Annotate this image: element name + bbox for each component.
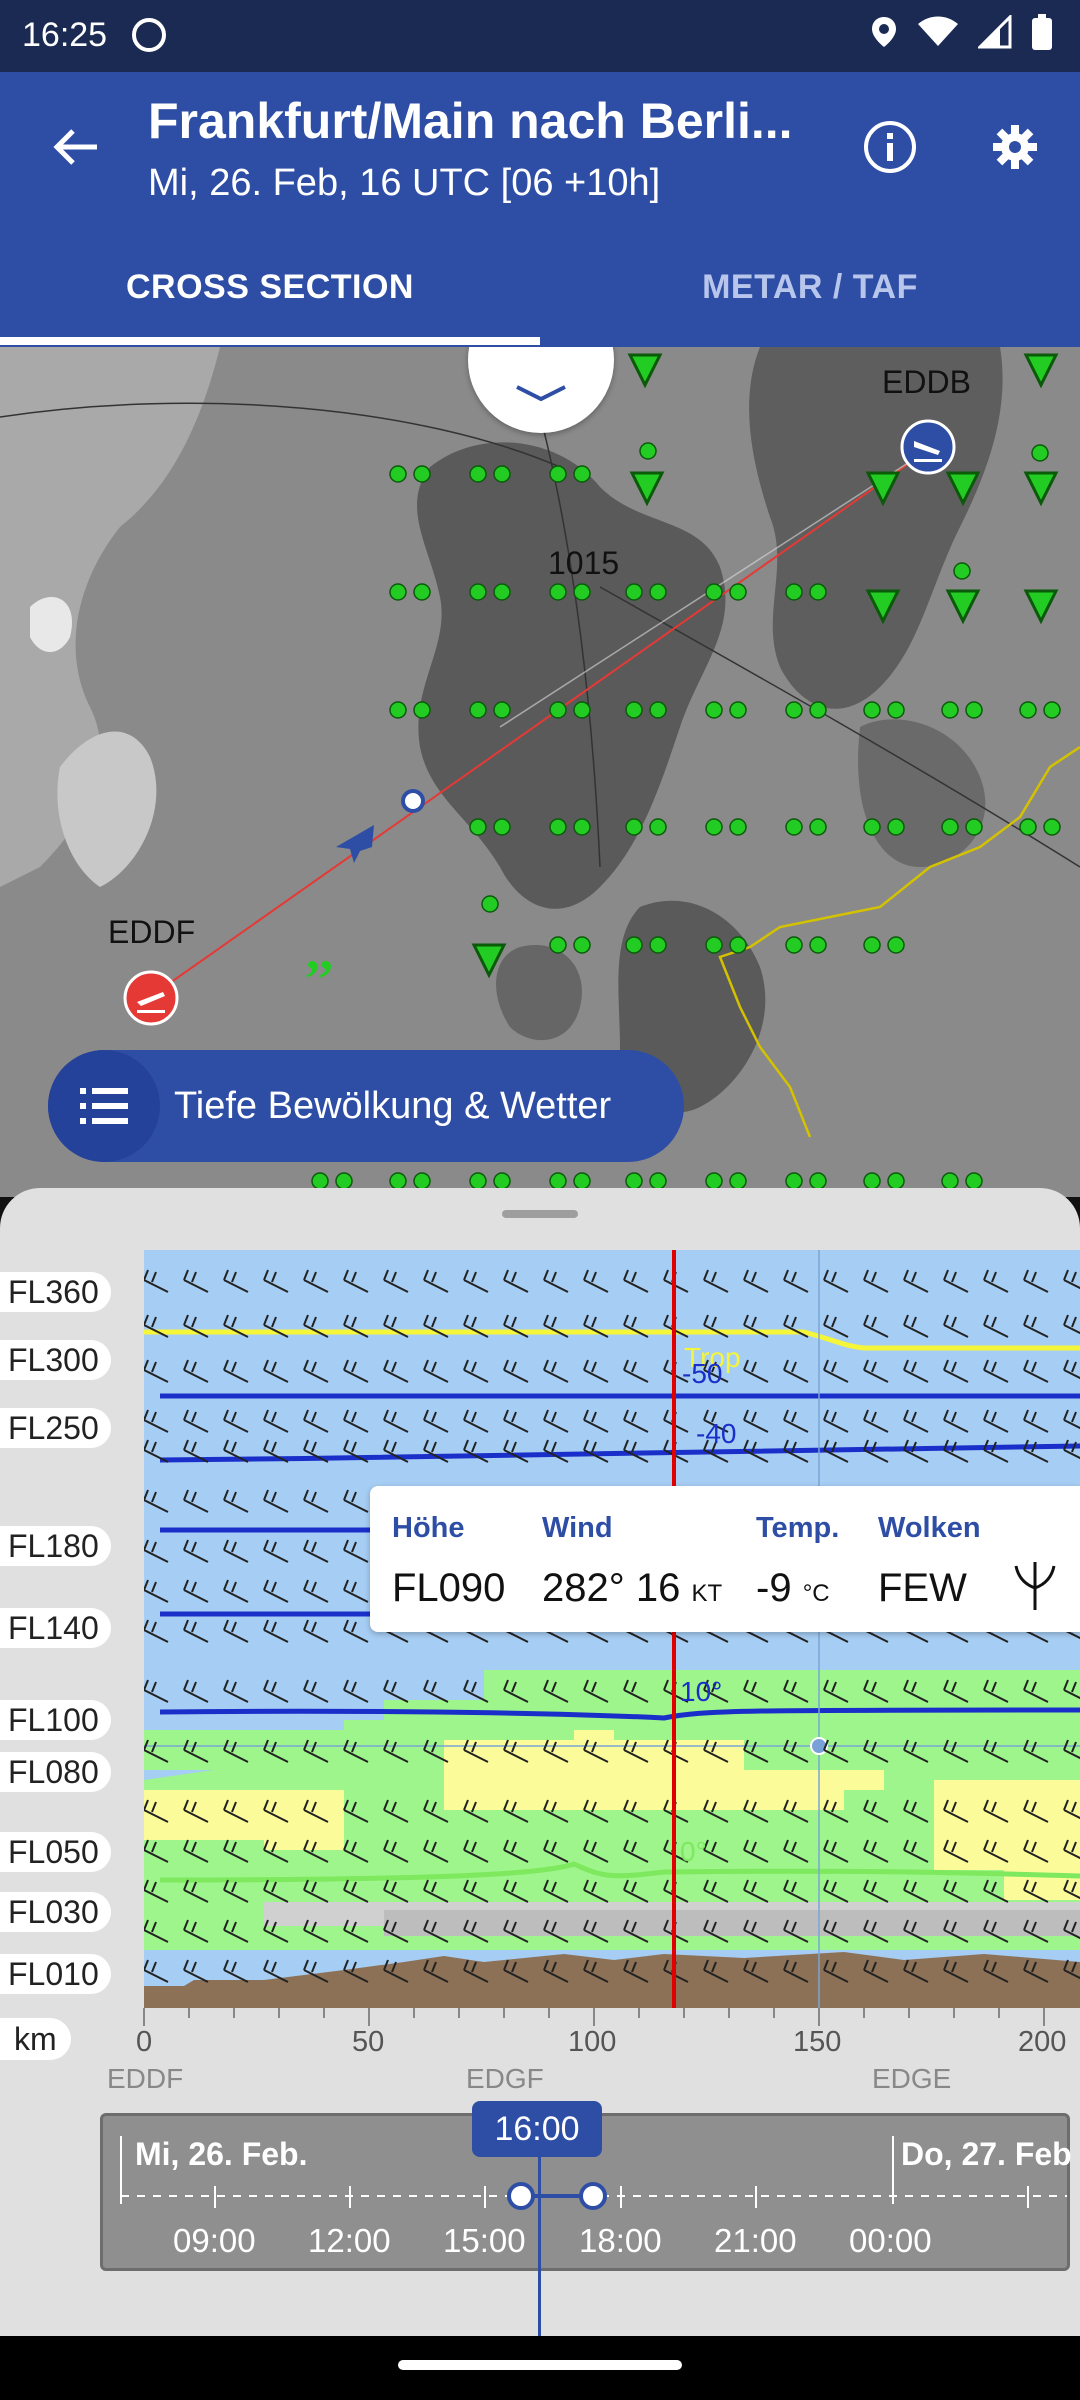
sheet-drag-handle[interactable] <box>502 1210 578 1218</box>
timeline-hour-label: 15:00 <box>443 2222 526 2259</box>
isotherm-label-minus40: -40 <box>696 1418 737 1449</box>
timeline-hour-label: 09:00 <box>173 2222 256 2259</box>
tooltip-height-header: Höhe <box>392 1512 465 1544</box>
tab-indicator <box>0 337 540 345</box>
status-icons <box>870 14 1052 50</box>
arrival-airport-icon[interactable] <box>900 419 956 475</box>
page-title: Frankfurt/Main nach Berli... <box>148 93 793 149</box>
fl-label: FL180 <box>0 1526 111 1566</box>
km-station-label: EDDF <box>107 2063 184 2094</box>
tooltip-height-value: FL090 <box>392 1566 506 1610</box>
chevron-down-icon <box>516 385 566 402</box>
km-tick: 0 <box>136 2026 153 2058</box>
tab-metar-taf[interactable]: METAR / TAF <box>540 262 1080 342</box>
point-info-tooltip: Höhe Wind Temp. Wolken FL090 282° 16 KT … <box>370 1486 1080 1632</box>
info-button[interactable] <box>855 112 925 182</box>
km-station-label: EDGE <box>872 2063 952 2094</box>
arrow-left-icon <box>53 129 97 165</box>
departure-airport-icon[interactable] <box>123 970 179 1026</box>
pressure-isobar-label: 1015 <box>548 545 620 581</box>
fl-label: FL250 <box>0 1408 111 1448</box>
cross-section-sheet: Trop -50 -40 10° 0° FL360 FL300 FL250 FL… <box>0 1188 1080 2336</box>
navigation-bar <box>0 2336 1080 2400</box>
fl-label: FL010 <box>0 1954 111 1994</box>
tooltip-clouds-value: FEW <box>878 1566 967 1610</box>
airplane-icon <box>336 825 374 863</box>
list-icon <box>48 1050 160 1162</box>
layer-selector-label: Tiefe Bewölkung & Wetter <box>174 1084 612 1127</box>
location-icon <box>872 17 896 47</box>
svg-text:,,: ,, <box>306 921 333 981</box>
tooltip-wind-header: Wind <box>542 1512 613 1544</box>
km-tick: 200 <box>1018 2026 1067 2058</box>
timeline-date-label: Mi, 26. Feb. <box>135 2136 308 2172</box>
fl-label: FL100 <box>0 1700 111 1740</box>
battery-icon <box>1032 14 1052 50</box>
timeline-hour-label: 21:00 <box>714 2222 797 2259</box>
km-tick: 50 <box>352 2026 385 2058</box>
back-button[interactable] <box>40 112 110 182</box>
arrival-label: EDDB <box>882 364 971 400</box>
departure-label: EDDF <box>108 914 196 950</box>
km-unit-label: km <box>0 2018 71 2060</box>
km-tick: 150 <box>793 2026 842 2058</box>
fl-label: FL050 <box>0 1832 111 1872</box>
fl-label: FL300 <box>0 1340 111 1380</box>
gear-icon <box>993 125 1037 169</box>
fl-label: FL080 <box>0 1752 111 1792</box>
weather-map[interactable]: ,, 1015 EDDF EDDB Tiefe Bewölkung & Wett… <box>0 347 1080 1197</box>
km-station-label: EDGF <box>466 2063 544 2094</box>
fl-label: FL140 <box>0 1608 111 1648</box>
wifi-icon <box>918 16 958 46</box>
tooltip-temp-value: -9 °C <box>756 1566 830 1610</box>
tooltip-wind-value: 282° 16 KT <box>542 1566 723 1610</box>
status-time: 16:25 <box>22 16 108 54</box>
status-bar: 16:25 <box>0 0 1080 72</box>
signal-icon <box>978 15 1012 49</box>
selected-time-bubble[interactable]: 16:00 <box>472 2101 602 2157</box>
wind-barb-icon <box>1014 1562 1056 1610</box>
tooltip-clouds-header: Wolken <box>878 1512 981 1544</box>
timeline-hour-label: 18:00 <box>579 2222 662 2259</box>
isotherm-label-10: 10° <box>680 1676 723 1707</box>
tooltip-temp-header: Temp. <box>756 1512 840 1544</box>
page-subtitle: Mi, 26. Feb, 16 UTC [06 +10h] <box>148 162 661 204</box>
fl-label: FL030 <box>0 1892 111 1932</box>
fl-label: FL360 <box>0 1272 111 1312</box>
layer-selector-button[interactable]: Tiefe Bewölkung & Wetter <box>48 1050 684 1162</box>
app-bar: Frankfurt/Main nach Berli... Mi, 26. Feb… <box>0 72 1080 347</box>
isotherm-label-minus50: -50 <box>682 1358 723 1389</box>
timeline-hour-label: 00:00 <box>849 2222 932 2259</box>
info-icon <box>864 121 916 173</box>
notification-icon <box>132 18 166 52</box>
time-cursor[interactable] <box>538 2154 541 2336</box>
home-gesture-handle[interactable] <box>398 2360 682 2370</box>
isotherm-label-0: 0° <box>680 1836 707 1867</box>
tab-cross-section[interactable]: CROSS SECTION <box>0 262 540 342</box>
timeline-hour-label: 12:00 <box>308 2222 391 2259</box>
km-tick: 100 <box>568 2026 617 2058</box>
timeline-date-label: Do, 27. Feb <box>901 2136 1072 2172</box>
settings-button[interactable] <box>980 112 1050 182</box>
